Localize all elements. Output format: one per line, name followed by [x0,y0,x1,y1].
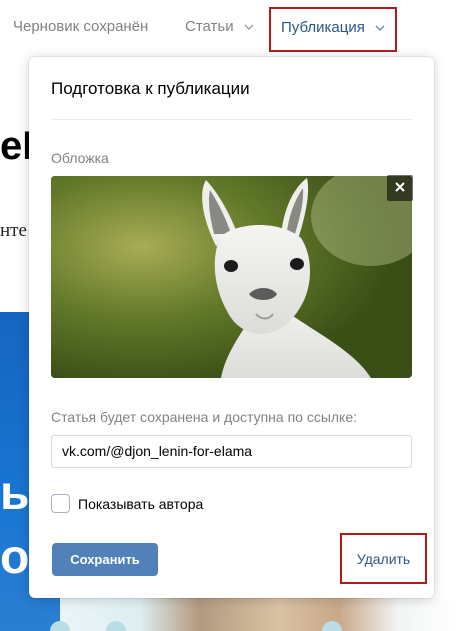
show-author-checkbox[interactable] [51,494,70,513]
close-icon [395,179,405,197]
article-text-fragment: нте [0,220,27,241]
draft-status: Черновик сохранён [13,18,149,35]
articles-menu[interactable]: Статьи [185,18,254,35]
delete-button[interactable]: Удалить [340,533,427,584]
divider [51,119,412,120]
cover-image[interactable] [51,176,412,378]
show-author-label[interactable]: Показывать автора [78,496,203,512]
articles-menu-label: Статьи [185,18,234,35]
top-navigation: Черновик сохранён Статьи Публикация [0,0,458,56]
publish-popup: Подготовка к публикации Обложка Статья б… [29,57,434,598]
article-heading-fragment: eL [0,124,30,168]
article-banner-text-fragment: ьо [0,467,30,582]
chevron-down-icon [244,24,254,31]
publication-menu-label: Публикация [281,19,365,36]
popup-title: Подготовка к публикации [51,79,250,98]
link-label: Статья будет сохранена и доступна по ссы… [51,409,358,425]
remove-cover-button[interactable] [387,175,413,201]
article-link-field[interactable]: vk.com/@djon_lenin-for-elama [51,435,412,468]
save-button[interactable]: Сохранить [52,543,158,576]
chevron-down-icon [375,25,385,32]
cover-label: Обложка [51,150,109,166]
publication-menu[interactable]: Публикация [269,7,397,52]
